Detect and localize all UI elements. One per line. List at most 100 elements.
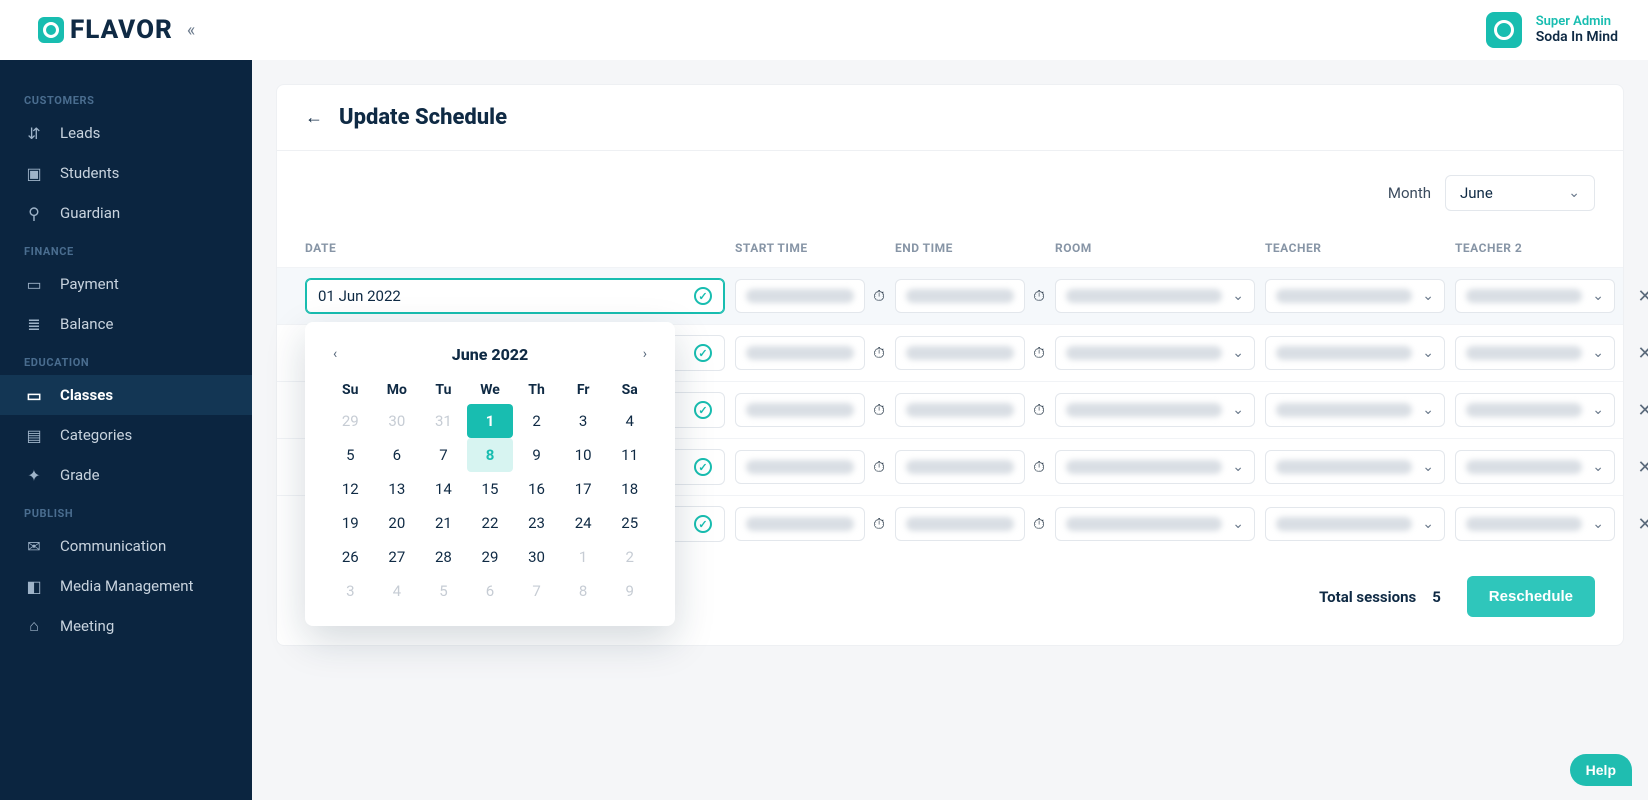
calendar-day[interactable]: 18 [606, 472, 653, 506]
calendar-day[interactable]: 15 [467, 472, 514, 506]
calendar-day[interactable]: 19 [327, 506, 374, 540]
calendar-day[interactable]: 25 [606, 506, 653, 540]
sidebar-item-grade[interactable]: ✦Grade [0, 455, 252, 495]
guardian-icon: ⚲ [24, 203, 44, 223]
clock-icon: ⏱ [1033, 344, 1045, 362]
calendar-day[interactable]: 5 [327, 438, 374, 472]
month-select[interactable]: June ⌄ [1445, 175, 1595, 211]
room-select[interactable]: ⌄ [1055, 279, 1255, 313]
clock-icon: ⏱ [873, 401, 885, 419]
leads-icon: ⇵ [24, 123, 44, 143]
room-select[interactable]: ⌄ [1055, 507, 1255, 541]
sidebar-item-classes[interactable]: ▭Classes [0, 375, 252, 415]
calendar-day[interactable]: 29 [467, 540, 514, 574]
calendar-day[interactable]: 17 [560, 472, 607, 506]
calendar-day[interactable]: 22 [467, 506, 514, 540]
teacher-select[interactable]: ⌄ [1265, 336, 1445, 370]
calendar-day[interactable]: 12 [327, 472, 374, 506]
date-input[interactable]: 01 Jun 2022 [305, 278, 725, 314]
main: ← Update Schedule Month June ⌄ DATE STAR… [252, 60, 1648, 800]
sidebar-item-meeting[interactable]: ⌂Meeting [0, 606, 252, 646]
calendar-day[interactable]: 4 [606, 404, 653, 438]
calendar-day[interactable]: 2 [513, 404, 560, 438]
room-select[interactable]: ⌄ [1055, 450, 1255, 484]
sidebar-item-guardian[interactable]: ⚲Guardian [0, 193, 252, 233]
calendar-day[interactable]: 11 [606, 438, 653, 472]
calendar-day[interactable]: 27 [374, 540, 421, 574]
brand-logo: FLAVOR [38, 15, 173, 45]
teacher-select[interactable]: ⌄ [1265, 450, 1445, 484]
start-time-input[interactable] [735, 507, 865, 541]
start-time-input[interactable] [735, 450, 865, 484]
delete-row-icon[interactable]: ✕ [1625, 286, 1648, 307]
calendar-day[interactable]: 21 [420, 506, 467, 540]
sidebar-item-label: Leads [60, 124, 100, 142]
sidebar-item-students[interactable]: ▣Students [0, 153, 252, 193]
sidebar-item-payment[interactable]: ▭Payment [0, 264, 252, 304]
delete-row-icon[interactable]: ✕ [1625, 400, 1648, 421]
end-time-input[interactable] [895, 336, 1025, 370]
sidebar-item-balance[interactable]: ≣Balance [0, 304, 252, 344]
chevron-down-icon: ⌄ [1416, 459, 1434, 475]
calendar-day[interactable]: 16 [513, 472, 560, 506]
teacher2-select[interactable]: ⌄ [1455, 279, 1615, 313]
calendar-day[interactable]: 23 [513, 506, 560, 540]
start-time-input[interactable] [735, 393, 865, 427]
room-select[interactable]: ⌄ [1055, 336, 1255, 370]
start-time-input[interactable] [735, 279, 865, 313]
sidebar-collapse-icon[interactable]: « [187, 20, 195, 41]
categories-icon: ▤ [24, 425, 44, 445]
avatar[interactable] [1486, 12, 1522, 48]
room-select[interactable]: ⌄ [1055, 393, 1255, 427]
end-time-input[interactable] [895, 507, 1025, 541]
calendar-prev-icon[interactable]: ‹ [327, 342, 343, 366]
calendar-day[interactable]: 28 [420, 540, 467, 574]
delete-row-icon[interactable]: ✕ [1625, 343, 1648, 364]
teacher2-select[interactable]: ⌄ [1455, 507, 1615, 541]
sidebar-item-label: Meeting [60, 617, 114, 635]
teacher-select[interactable]: ⌄ [1265, 393, 1445, 427]
calendar-next-icon[interactable]: › [637, 342, 653, 366]
filter-bar: Month June ⌄ [277, 151, 1623, 223]
sidebar-section-label: CUSTOMERS [0, 82, 252, 113]
calendar-day[interactable]: 30 [513, 540, 560, 574]
sidebar-item-media-management[interactable]: ◧Media Management [0, 566, 252, 606]
user-info[interactable]: Super Admin Soda In Mind [1536, 14, 1618, 46]
sidebar-item-communication[interactable]: ✉Communication [0, 526, 252, 566]
sidebar-item-label: Communication [60, 537, 166, 555]
end-time-input[interactable] [895, 279, 1025, 313]
calendar-dow: We [467, 376, 514, 404]
calendar-day[interactable]: 10 [560, 438, 607, 472]
chevron-down-icon: ⌄ [1416, 345, 1434, 361]
teacher2-select[interactable]: ⌄ [1455, 336, 1615, 370]
delete-row-icon[interactable]: ✕ [1625, 457, 1648, 478]
calendar-day[interactable]: 6 [374, 438, 421, 472]
calendar-day[interactable]: 9 [513, 438, 560, 472]
help-button[interactable]: Help [1570, 754, 1632, 786]
sidebar-item-categories[interactable]: ▤Categories [0, 415, 252, 455]
teacher2-select[interactable]: ⌄ [1455, 393, 1615, 427]
delete-row-icon[interactable]: ✕ [1625, 514, 1648, 535]
end-time-input[interactable] [895, 393, 1025, 427]
chevron-down-icon: ⌄ [1226, 345, 1244, 361]
teacher-select[interactable]: ⌄ [1265, 279, 1445, 313]
teacher2-select[interactable]: ⌄ [1455, 450, 1615, 484]
end-time-input[interactable] [895, 450, 1025, 484]
calendar-day[interactable]: 20 [374, 506, 421, 540]
calendar-day[interactable]: 3 [560, 404, 607, 438]
calendar-day[interactable]: 24 [560, 506, 607, 540]
calendar-day[interactable]: 1 [467, 404, 514, 438]
date-picker[interactable]: ‹June 2022›SuMoTuWeThFrSa293031123456789… [305, 322, 675, 626]
sidebar-item-label: Media Management [60, 577, 193, 595]
start-time-input[interactable] [735, 336, 865, 370]
teacher-select[interactable]: ⌄ [1265, 507, 1445, 541]
calendar-day[interactable]: 26 [327, 540, 374, 574]
calendar-day[interactable]: 14 [420, 472, 467, 506]
back-icon[interactable]: ← [305, 107, 323, 128]
sidebar-item-leads[interactable]: ⇵ Leads [0, 113, 252, 153]
chevron-down-icon: ⌄ [1586, 345, 1604, 361]
calendar-day[interactable]: 7 [420, 438, 467, 472]
reschedule-button[interactable]: Reschedule [1467, 576, 1595, 617]
calendar-day[interactable]: 13 [374, 472, 421, 506]
calendar-day[interactable]: 8 [467, 438, 514, 472]
